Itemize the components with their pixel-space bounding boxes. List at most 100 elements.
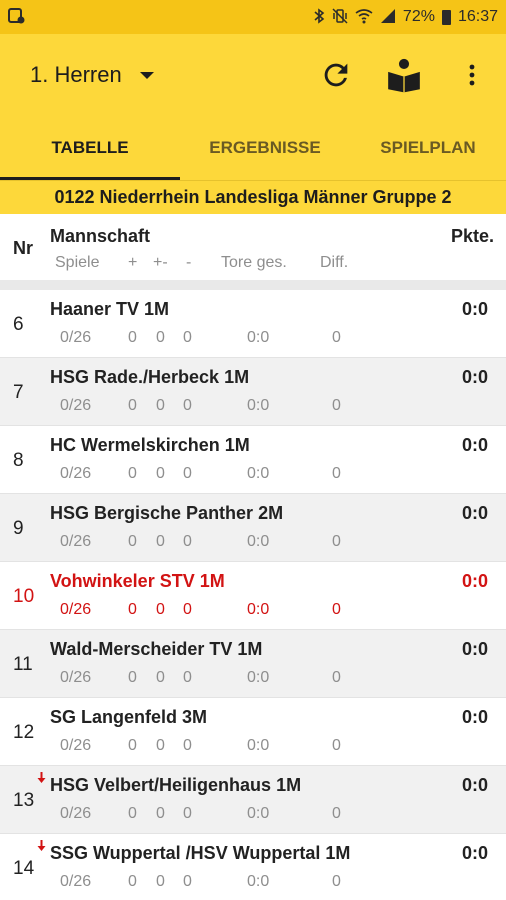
table-header: Nr Mannschaft Pkte. Spiele + +- - Tore g… (0, 214, 506, 280)
row-wins: 0 (128, 601, 137, 618)
tab-bar: TABELLE ERGEBNISSE SPIELPLAN (0, 116, 506, 180)
table-row[interactable]: 7 HSG Rade./Herbeck 1M 0:0 0/26 0 0 0 0:… (0, 358, 506, 426)
row-draws: 0 (156, 669, 165, 686)
row-wins: 0 (128, 873, 137, 890)
row-diff: 0 (332, 601, 341, 618)
row-diff: 0 (332, 873, 341, 890)
bluetooth-icon (313, 8, 325, 26)
header-goals: Tore ges. (221, 254, 287, 271)
row-wins: 0 (128, 533, 137, 550)
table-row[interactable]: 14 SSG Wuppertal /HSV Wuppertal 1M 0:0 0… (0, 834, 506, 900)
table-row[interactable]: 9 HSG Bergische Panther 2M 0:0 0/26 0 0 … (0, 494, 506, 562)
row-wins: 0 (128, 737, 137, 754)
row-goals: 0:0 (247, 873, 270, 890)
row-team-name: SG Langenfeld 3M (50, 707, 208, 727)
tab-ergebnisse[interactable]: ERGEBNISSE (180, 116, 350, 180)
wifi-icon (355, 8, 373, 26)
header-points: Pkte. (450, 226, 494, 246)
league-title: 0122 Niederrhein Landesliga Männer Grupp… (0, 180, 506, 214)
table-row[interactable]: 12 SG Langenfeld 3M 0:0 0/26 0 0 0 0:0 0 (0, 698, 506, 766)
row-team-name: SSG Wuppertal /HSV Wuppertal 1M (50, 843, 351, 863)
header-diff: Diff. (320, 254, 349, 271)
row-rank: 14 (13, 858, 35, 879)
row-rank: 9 (13, 518, 24, 539)
row-draws: 0 (156, 737, 165, 754)
row-diff: 0 (332, 737, 341, 754)
row-games: 0/26 (60, 805, 92, 822)
row-diff: 0 (332, 465, 341, 482)
overflow-menu-button[interactable] (452, 55, 492, 95)
table-row[interactable]: 11 Wald-Merscheider TV 1M 0:0 0/26 0 0 0… (0, 630, 506, 698)
table-row-highlighted[interactable]: 10 Vohwinkeler STV 1M 0:0 0/26 0 0 0 0:0… (0, 562, 506, 630)
status-bar: 72% 16:37 (0, 0, 506, 34)
row-goals: 0:0 (247, 397, 270, 414)
row-draws: 0 (156, 873, 165, 890)
row-wins: 0 (128, 397, 137, 414)
row-team-name: Haaner TV 1M (50, 299, 170, 319)
vibrate-icon (332, 8, 348, 26)
header-losses: - (186, 254, 192, 271)
tab-spielplan[interactable]: SPIELPLAN (350, 116, 506, 180)
row-points: 0:0 (461, 503, 488, 523)
tab-tabelle[interactable]: TABELLE (0, 116, 180, 180)
tab-spielplan-label: SPIELPLAN (380, 138, 476, 157)
row-losses: 0 (183, 329, 192, 346)
battery-percent: 72% (402, 8, 435, 25)
row-rank: 6 (13, 314, 24, 335)
header-separator (0, 280, 506, 290)
row-points: 0:0 (461, 707, 488, 727)
row-games: 0/26 (60, 397, 92, 414)
tab-ergebnisse-label: ERGEBNISSE (209, 138, 321, 157)
battery-icon (441, 9, 451, 25)
row-goals: 0:0 (247, 805, 270, 822)
header-draws: +- (153, 254, 168, 271)
row-rank: 7 (13, 382, 24, 403)
team-selector[interactable]: 1. Herren (30, 62, 154, 88)
row-diff: 0 (332, 533, 341, 550)
row-draws: 0 (156, 601, 165, 618)
row-rank: 13 (13, 790, 35, 811)
table-row[interactable]: 6 Haaner TV 1M 0:0 0/26 0 0 0 0:0 0 (0, 290, 506, 358)
row-rank: 10 (13, 586, 35, 607)
dropdown-caret-icon (139, 71, 154, 79)
row-wins: 0 (128, 805, 137, 822)
row-points: 0:0 (461, 639, 488, 659)
row-rank: 11 (13, 654, 33, 675)
row-rank: 12 (13, 722, 35, 743)
row-team-name: HSG Velbert/Heiligenhaus 1M (50, 775, 302, 795)
row-wins: 0 (128, 669, 137, 686)
row-team-name: Wald-Merscheider TV 1M (50, 639, 263, 659)
row-games: 0/26 (60, 669, 92, 686)
clock: 16:37 (457, 8, 498, 25)
row-games: 0/26 (60, 601, 92, 618)
refresh-button[interactable] (316, 55, 356, 95)
rules-button[interactable] (384, 55, 424, 95)
row-losses: 0 (183, 465, 192, 482)
more-vert-icon (469, 64, 475, 86)
row-goals: 0:0 (247, 533, 270, 550)
row-points: 0:0 (461, 775, 488, 795)
row-games: 0/26 (60, 465, 92, 482)
relegation-arrow-icon (37, 772, 46, 783)
signal-icon (380, 8, 396, 26)
row-draws: 0 (156, 805, 165, 822)
table-row[interactable]: 13 HSG Velbert/Heiligenhaus 1M 0:0 0/26 … (0, 766, 506, 834)
row-draws: 0 (156, 533, 165, 550)
row-wins: 0 (128, 465, 137, 482)
row-games: 0/26 (60, 533, 92, 550)
header-nr: Nr (13, 238, 34, 258)
row-rank: 8 (13, 450, 24, 471)
reader-book-icon (388, 58, 420, 93)
table-row[interactable]: 8 HC Wermelskirchen 1M 0:0 0/26 0 0 0 0:… (0, 426, 506, 494)
row-games: 0/26 (60, 329, 92, 346)
header-wins: + (128, 254, 138, 271)
row-diff: 0 (332, 329, 341, 346)
row-goals: 0:0 (247, 737, 270, 754)
row-team-name: HC Wermelskirchen 1M (50, 435, 250, 455)
row-losses: 0 (183, 669, 192, 686)
row-losses: 0 (183, 397, 192, 414)
row-losses: 0 (183, 805, 192, 822)
row-points: 0:0 (461, 843, 488, 863)
row-points: 0:0 (461, 299, 488, 319)
row-team-name: HSG Rade./Herbeck 1M (50, 367, 250, 387)
